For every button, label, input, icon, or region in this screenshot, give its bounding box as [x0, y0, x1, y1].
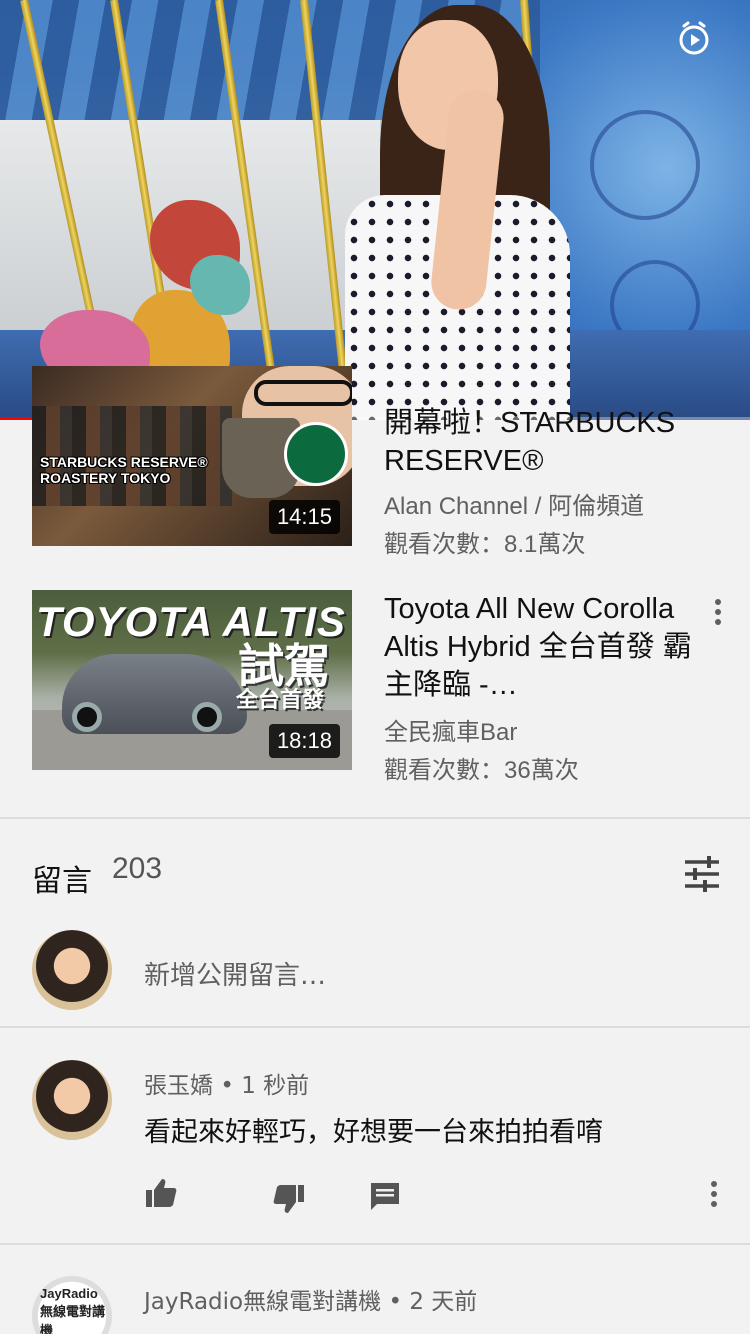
channel-name: Alan Channel / 阿倫頻道: [384, 493, 645, 520]
comment-author[interactable]: JayRadio無線電對講機: [144, 1289, 381, 1315]
view-count: 觀看次數：8.1萬次: [384, 531, 586, 558]
woman-figure: [340, 0, 580, 420]
section-divider: [0, 1026, 750, 1028]
related-video-item[interactable]: STARBUCKS RESERVE® ROASTERY TOKYO 14:15 …: [0, 366, 750, 570]
video-player[interactable]: [0, 0, 750, 420]
user-avatar: [32, 930, 112, 1010]
timer-play-icon[interactable]: [676, 20, 712, 56]
add-comment-input[interactable]: 新增公開留言…: [144, 955, 326, 992]
commenter-avatar[interactable]: JayRadio 無線電對講機: [32, 1276, 112, 1334]
video-duration: 14:15: [268, 500, 340, 534]
video-duration: 18:18: [268, 724, 340, 758]
more-options-icon[interactable]: [704, 1178, 724, 1212]
section-divider: [0, 817, 750, 819]
avatar-logo-text: JayRadio 無線電對講機: [40, 1286, 106, 1334]
comment-author[interactable]: 張玉嬌: [144, 1073, 213, 1099]
comments-count: 203: [112, 852, 163, 885]
comment-meta: 張玉嬌 • 1 秒前: [144, 1073, 310, 1099]
section-divider: [0, 1243, 750, 1245]
comment-text: 看起來好輕巧，好想要一台來拍拍看唷: [144, 1117, 603, 1148]
reply-icon[interactable]: [368, 1180, 402, 1214]
like-icon[interactable]: [144, 1176, 178, 1210]
comment-time: 2 天前: [409, 1289, 478, 1315]
thumbnail-subheadline: 全台首發: [236, 688, 325, 713]
dislike-icon[interactable]: [272, 1182, 306, 1216]
thumbnail-caption: STARBUCKS RESERVE® ROASTERY TOKYO: [40, 454, 208, 486]
commenter-avatar[interactable]: [32, 1060, 112, 1140]
comment-meta: JayRadio無線電對講機 • 2 天前: [144, 1289, 478, 1315]
related-video-item[interactable]: TOYOTA ALTIS 試駕 全台首發 18:18 Toyota All Ne…: [0, 590, 750, 790]
ornament: [590, 110, 700, 220]
channel-name: 全民瘋車Bar: [384, 719, 518, 746]
starbucks-logo-icon: [284, 422, 348, 486]
sort-comments-icon[interactable]: [683, 855, 721, 893]
view-count: 觀看次數：36萬次: [384, 757, 579, 784]
more-options-icon[interactable]: [708, 596, 728, 630]
comment-time: 1 秒前: [241, 1073, 310, 1099]
video-thumbnail[interactable]: STARBUCKS RESERVE® ROASTERY TOKYO 14:15: [32, 366, 352, 546]
video-title[interactable]: 開幕啦！STARBUCKS RESERVE® ROASTE…: [384, 404, 694, 482]
comments-heading: 留言: [32, 864, 92, 899]
video-thumbnail[interactable]: TOYOTA ALTIS 試駕 全台首發 18:18: [32, 590, 352, 770]
video-title[interactable]: Toyota All New Corolla Altis Hybrid 全台首發…: [384, 590, 694, 704]
